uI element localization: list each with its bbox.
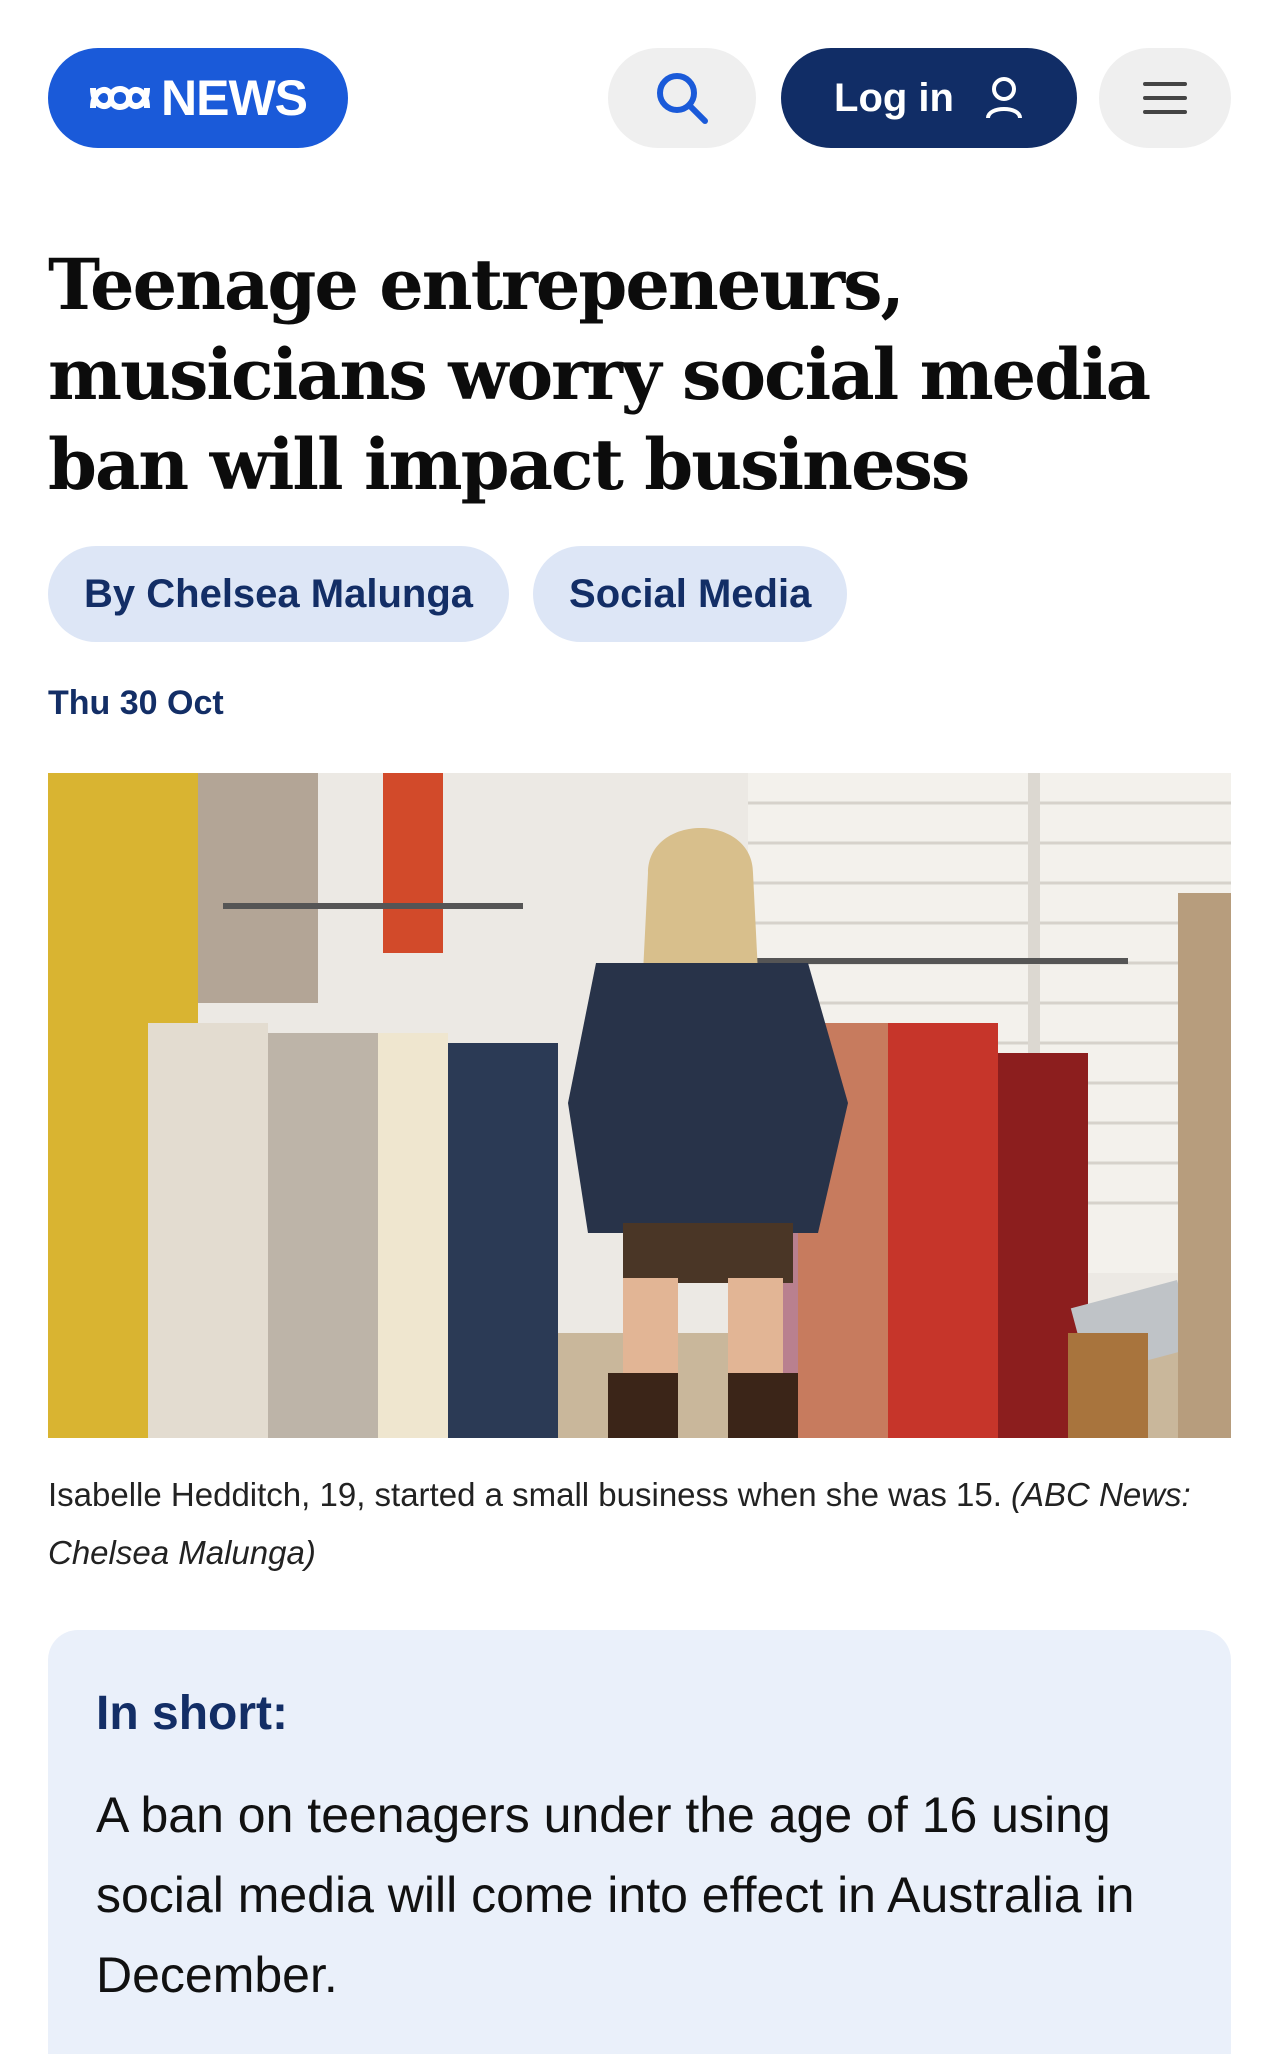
abc-logo-icon	[90, 86, 150, 110]
logo-text: NEWS	[161, 70, 308, 126]
search-button[interactable]	[608, 48, 756, 148]
in-short-title: In short:	[96, 1687, 288, 1740]
caption-text: Isabelle Hedditch, 19, started a small b…	[48, 1476, 1002, 1513]
article-tags: By Chelsea Malunga Social Media	[48, 546, 848, 642]
article-date: Thu 30 Oct	[48, 684, 224, 722]
abc-news-logo[interactable]: NEWS	[48, 48, 348, 148]
login-button[interactable]: Log in	[781, 48, 1077, 148]
hamburger-menu-icon	[1143, 82, 1187, 114]
photo-caption: Isabelle Hedditch, 19, started a small b…	[48, 1466, 1238, 1582]
article-photo	[48, 773, 1231, 1438]
user-icon	[985, 77, 1022, 119]
article-headline: Teenage entrepeneurs, musicians worry so…	[48, 243, 1151, 506]
login-label: Log in	[834, 75, 954, 120]
menu-button[interactable]	[1099, 48, 1231, 148]
topic-tag[interactable]: Social Media	[533, 546, 848, 642]
site-header: NEWS Log in	[0, 0, 1280, 190]
in-short-box: In short: A ban on teenagers under the a…	[48, 1630, 1231, 2054]
in-short-body: A ban on teenagers under the age of 16 u…	[96, 1787, 1135, 2003]
author-tag[interactable]: By Chelsea Malunga	[48, 546, 510, 642]
search-icon	[657, 73, 708, 124]
